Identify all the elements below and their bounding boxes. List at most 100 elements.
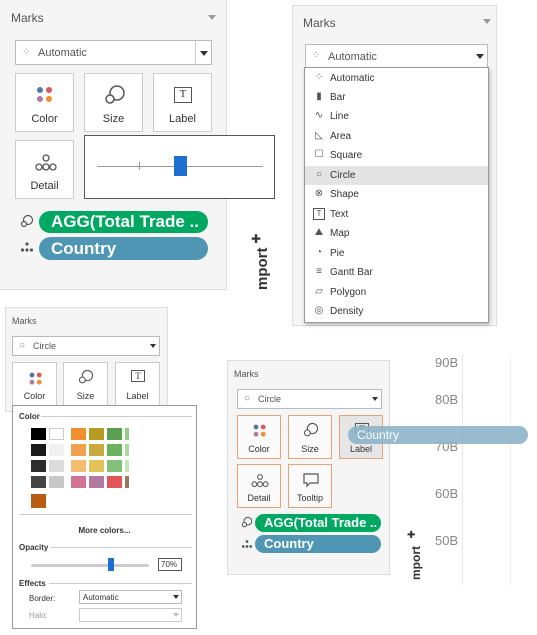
color-card[interactable]: Color <box>12 362 57 406</box>
menu-item-shape[interactable]: ⊗ Shape <box>305 185 488 204</box>
dragged-country-pill[interactable]: Country <box>348 426 528 444</box>
swatch[interactable] <box>125 428 129 440</box>
swatch[interactable] <box>49 444 64 456</box>
swatch[interactable] <box>107 444 122 456</box>
menu-item-square[interactable]: ☐ Square <box>305 146 488 165</box>
mark-type-dropdown[interactable]: ○ Circle <box>237 389 382 409</box>
swatch[interactable] <box>31 476 46 488</box>
panel-menu-caret-icon[interactable] <box>208 15 216 20</box>
menu-item-density[interactable]: ◎ Density <box>305 302 488 321</box>
halo-label: Halo: <box>29 611 48 620</box>
size-pill[interactable]: AGG(Total Trade .. <box>39 211 208 233</box>
swatch[interactable] <box>49 460 64 472</box>
menu-item-area[interactable]: ◺ Area <box>305 127 488 146</box>
marks-panel-4: Marks ○ Circle Color Size T Label Detail… <box>227 360 390 575</box>
swatch[interactable] <box>49 428 64 440</box>
size-label: Size <box>102 113 125 125</box>
size-icon <box>303 422 319 437</box>
polygon-icon: ▱ <box>315 286 323 297</box>
opacity-slider-thumb[interactable] <box>108 558 114 571</box>
color-label: Color <box>23 391 46 401</box>
opacity-slider-track[interactable] <box>31 564 149 567</box>
dropdown-arrow[interactable] <box>195 41 211 64</box>
menu-item-automatic[interactable]: ⁘ Automatic <box>305 69 488 88</box>
menu-item-circle[interactable]: ○ Circle <box>305 166 488 185</box>
border-label: Border: <box>29 594 56 603</box>
size-card[interactable]: Size <box>84 73 143 132</box>
swatch[interactable] <box>89 444 104 456</box>
marks-panel-1: Marks ⁘ Automatic Color Size T Label Det… <box>0 0 275 290</box>
menu-item-gantt-bar[interactable]: ≡ Gantt Bar <box>305 263 488 282</box>
swatch[interactable] <box>107 428 122 440</box>
dropdown-arrow[interactable] <box>369 390 381 408</box>
swatch[interactable] <box>49 476 64 488</box>
menu-item-pie[interactable]: ◔ Pie <box>305 244 488 263</box>
border-dropdown[interactable]: Automatic <box>79 590 182 604</box>
swatch[interactable] <box>71 428 86 440</box>
tooltip-card[interactable]: Tooltip <box>288 464 332 508</box>
line-icon: ∿ <box>314 110 324 121</box>
size-pill[interactable]: AGG(Total Trade .. <box>255 514 381 532</box>
tooltip-icon <box>303 473 319 488</box>
swatch[interactable] <box>71 444 86 456</box>
size-card[interactable]: Size <box>288 415 332 459</box>
menu-item-text[interactable]: T Text <box>305 205 488 224</box>
swatch[interactable] <box>89 476 104 488</box>
menu-item-polygon[interactable]: ▱ Polygon <box>305 283 488 302</box>
import-label-2: mport <box>409 546 423 580</box>
menu-item-bar[interactable]: ▮ Bar <box>305 88 488 107</box>
opacity-value-input[interactable]: 70% <box>158 558 182 571</box>
detail-pill[interactable]: Country <box>255 535 381 553</box>
swatch[interactable] <box>89 460 104 472</box>
swatch[interactable] <box>125 460 129 472</box>
menu-item-map[interactable]: ⛰ Map <box>305 224 488 243</box>
label-card[interactable]: T Label <box>115 362 160 406</box>
dropdown-arrow[interactable] <box>170 591 181 603</box>
size-icon <box>105 85 125 104</box>
size-card[interactable]: Size <box>63 362 108 406</box>
color-card[interactable]: Color <box>15 73 74 132</box>
size-slider-thumb[interactable] <box>174 156 187 176</box>
label-label: Label <box>126 391 149 401</box>
swatch[interactable] <box>125 444 129 456</box>
swatch[interactable] <box>89 428 104 440</box>
swatch[interactable] <box>71 476 86 488</box>
detail-pill[interactable]: Country <box>39 237 208 260</box>
color-popup: Color More colors... Opacity 70% Effects <box>12 405 197 629</box>
detail-card[interactable]: Detail <box>237 464 281 508</box>
pin-icon[interactable]: ✚ <box>407 530 415 541</box>
text-icon: T <box>313 208 325 220</box>
pin-icon[interactable]: ✚ <box>251 232 261 246</box>
dropdown-arrow[interactable] <box>472 45 487 67</box>
circle-icon: ○ <box>244 393 251 404</box>
swatch[interactable] <box>125 476 129 488</box>
color-dots-icon <box>29 372 43 386</box>
panel-menu-caret-icon[interactable] <box>483 19 491 24</box>
swatch[interactable] <box>31 494 46 508</box>
mark-type-value: Automatic <box>38 47 87 59</box>
color-palette <box>31 428 151 510</box>
label-icon: T <box>174 87 192 103</box>
dropdown-arrow[interactable] <box>170 609 181 621</box>
dropdown-arrow[interactable] <box>147 337 159 355</box>
swatch[interactable] <box>31 460 46 472</box>
mark-type-dropdown[interactable]: ⁘ Automatic <box>305 44 488 68</box>
swatch[interactable] <box>107 476 122 488</box>
swatch[interactable] <box>71 460 86 472</box>
swatch[interactable] <box>107 460 122 472</box>
color-label: Color <box>31 113 58 125</box>
automatic-icon: ⁘ <box>22 47 31 58</box>
label-card[interactable]: T Label <box>153 73 212 132</box>
more-colors-button[interactable]: More colors... <box>13 526 196 535</box>
detail-card[interactable]: Detail <box>15 140 74 199</box>
automatic-icon: ⁘ <box>314 72 324 83</box>
color-card[interactable]: Color <box>237 415 281 459</box>
menu-item-line[interactable]: ∿ Line <box>305 107 488 126</box>
halo-dropdown[interactable] <box>79 608 182 622</box>
mark-type-dropdown[interactable]: ○ Circle <box>12 336 160 356</box>
size-label: Size <box>301 444 319 454</box>
swatch[interactable] <box>31 428 46 440</box>
mark-type-dropdown[interactable]: ⁘ Automatic <box>15 40 212 65</box>
import-label-1: mport <box>254 247 271 291</box>
swatch[interactable] <box>31 444 46 456</box>
